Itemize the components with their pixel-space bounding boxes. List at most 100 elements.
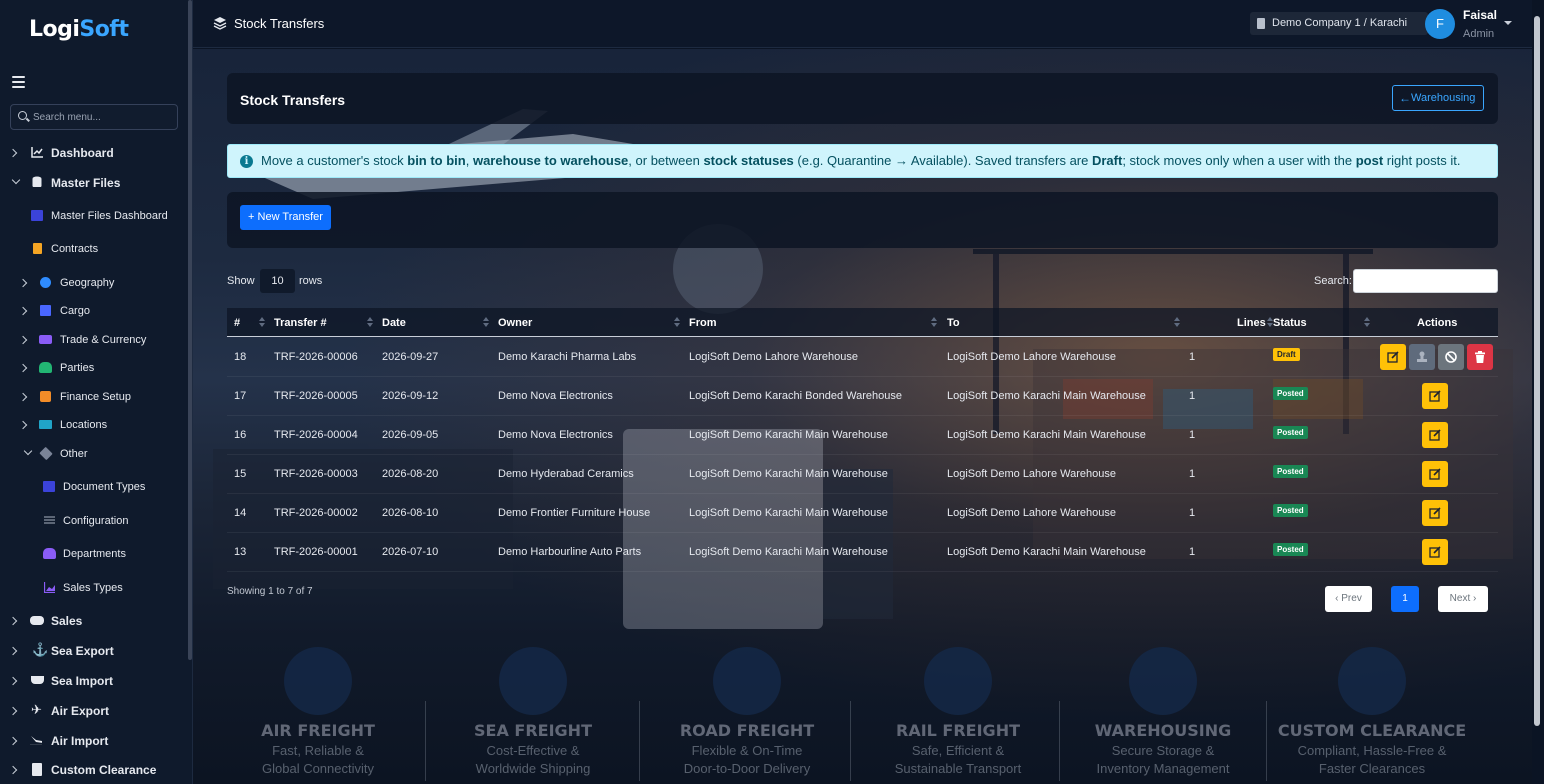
sidebar-item-master-files-dashboard[interactable]: Master Files Dashboard: [0, 204, 185, 228]
cell-number: 14: [234, 507, 247, 519]
column-header-owner[interactable]: Owner: [498, 317, 532, 329]
table-row: 18 TRF-2026-00006 2026-09-27 Demo Karach…: [227, 338, 1498, 377]
column-header-number[interactable]: #: [234, 317, 240, 329]
cell-from: LogiSoft Demo Karachi Main Warehouse: [689, 546, 888, 558]
column-header-transfer[interactable]: Transfer #: [274, 317, 327, 329]
ship-icon: [31, 676, 44, 684]
sidebar-item-document-types[interactable]: Document Types: [0, 475, 185, 499]
pagination-next-button[interactable]: Next ›: [1438, 586, 1488, 612]
info-text: Move a customer's stock bin to bin, ware…: [261, 153, 1461, 168]
rows-per-page-select[interactable]: 10: [260, 269, 295, 293]
cell-from: LogiSoft Demo Karachi Main Warehouse: [689, 507, 888, 519]
sidebar-item-finance-setup[interactable]: Finance Setup: [0, 385, 185, 409]
sidebar-item-air-import[interactable]: Air Import: [0, 729, 185, 753]
cell-transfer-number[interactable]: TRF-2026-00003: [274, 468, 358, 480]
table-search-label: Search:: [1314, 275, 1352, 287]
edit-button[interactable]: [1422, 500, 1448, 526]
sort-icon[interactable]: [1364, 317, 1370, 328]
user-role: Admin: [1463, 28, 1495, 40]
sidebar-item-custom-clearance[interactable]: Custom Clearance: [0, 758, 185, 782]
cell-transfer-number[interactable]: TRF-2026-00001: [274, 546, 358, 558]
sidebar-item-sales-types[interactable]: Sales Types: [0, 576, 185, 600]
sidebar-item-air-export[interactable]: ✈ Air Export: [0, 699, 185, 723]
edit-button[interactable]: [1422, 383, 1448, 409]
sitemap-icon: [43, 548, 56, 559]
back-to-warehousing-button[interactable]: Warehousing: [1392, 85, 1484, 111]
edit-icon: [1429, 507, 1441, 519]
sidebar-item-label: Air Export: [51, 704, 110, 718]
new-transfer-button[interactable]: + New Transfer: [240, 205, 331, 230]
void-button[interactable]: [1438, 344, 1464, 370]
tags-icon: [39, 446, 53, 461]
sidebar-item-configuration[interactable]: Configuration: [0, 509, 185, 533]
table-row: 13 TRF-2026-00001 2026-07-10 Demo Harbou…: [227, 533, 1498, 572]
sort-icon[interactable]: [259, 317, 265, 328]
delete-button[interactable]: [1467, 344, 1493, 370]
truck-icon: [713, 647, 781, 715]
service-title: SEA FREIGHT: [474, 721, 592, 740]
database-icon: [32, 176, 42, 187]
cell-transfer-number[interactable]: TRF-2026-00004: [274, 429, 358, 441]
handshake-icon: [30, 616, 44, 625]
sidebar-item-cargo[interactable]: Cargo: [0, 299, 185, 323]
logisoft-logo[interactable]: LogiSoft: [29, 17, 129, 42]
chevron-right-icon: [18, 335, 28, 345]
hamburger-menu-icon[interactable]: [12, 76, 25, 88]
sidebar-item-label: Cargo: [60, 305, 90, 317]
pagination-prev-button[interactable]: ‹ Prev: [1325, 586, 1372, 612]
service-subtitle: Inventory Management: [1096, 761, 1230, 776]
sidebar-item-sales[interactable]: Sales: [0, 609, 185, 633]
edit-button[interactable]: [1422, 422, 1448, 448]
sidebar-item-geography[interactable]: Geography: [0, 271, 185, 295]
company-selector[interactable]: Demo Company 1 / Karachi: [1250, 12, 1428, 35]
sort-icon[interactable]: [931, 317, 937, 328]
column-header-from[interactable]: From: [689, 317, 717, 329]
sidebar-item-parties[interactable]: Parties: [0, 356, 185, 380]
sidebar-item-other[interactable]: Other: [0, 442, 185, 466]
user-name[interactable]: Faisal: [1463, 8, 1497, 22]
edit-button[interactable]: [1422, 539, 1448, 565]
sidebar-item-locations[interactable]: Locations: [0, 413, 185, 437]
chevron-right-icon: [18, 392, 28, 402]
cell-lines: 1: [1189, 507, 1196, 519]
sort-icon[interactable]: [367, 317, 373, 328]
cell-transfer-number[interactable]: TRF-2026-00005: [274, 390, 358, 402]
sidebar-search[interactable]: [10, 104, 178, 130]
cell-date: 2026-09-27: [382, 351, 439, 363]
sidebar-item-contracts[interactable]: Contracts: [0, 237, 185, 261]
sidebar-item-sea-export[interactable]: ⚓ Sea Export: [0, 639, 185, 663]
sidebar-item-sea-import[interactable]: Sea Import: [0, 669, 185, 693]
sort-icon[interactable]: [1174, 317, 1180, 328]
column-header-lines[interactable]: Lines: [1237, 317, 1266, 329]
sort-icon[interactable]: [483, 317, 489, 328]
service-subtitle: Faster Clearances: [1318, 761, 1426, 776]
column-header-to[interactable]: To: [947, 317, 960, 329]
sidebar-item-trade-currency[interactable]: Trade & Currency: [0, 328, 185, 352]
sidebar-item-label: Dashboard: [51, 146, 114, 160]
edit-button[interactable]: [1422, 461, 1448, 487]
sidebar-item-departments[interactable]: Departments: [0, 542, 185, 566]
sidebar-search-input[interactable]: [33, 109, 173, 125]
sidebar-item-label: Finance Setup: [60, 391, 131, 403]
pagination-page-button[interactable]: 1: [1391, 586, 1419, 612]
service-subtitle: Secure Storage &: [1111, 743, 1215, 758]
edit-button[interactable]: [1380, 344, 1406, 370]
cell-to: LogiSoft Demo Lahore Warehouse: [947, 468, 1116, 480]
sidebar-item-dashboard[interactable]: Dashboard: [0, 141, 185, 165]
column-header-date[interactable]: Date: [382, 317, 406, 329]
cell-transfer-number[interactable]: TRF-2026-00002: [274, 507, 358, 519]
avatar[interactable]: F: [1425, 9, 1455, 39]
chevron-right-icon: [18, 420, 28, 430]
page-scrollbar[interactable]: [1534, 16, 1540, 726]
cell-date: 2026-08-20: [382, 468, 439, 480]
sidebar-item-master-files[interactable]: Master Files: [0, 171, 185, 195]
table-search-input[interactable]: [1353, 269, 1498, 293]
cell-from: LogiSoft Demo Karachi Main Warehouse: [689, 429, 888, 441]
caret-down-icon[interactable]: [1504, 21, 1512, 25]
cell-to: LogiSoft Demo Lahore Warehouse: [947, 507, 1116, 519]
cell-transfer-number[interactable]: TRF-2026-00006: [274, 351, 358, 363]
sort-icon[interactable]: [674, 317, 680, 328]
column-header-status[interactable]: Status: [1273, 317, 1307, 329]
post-button[interactable]: [1409, 344, 1435, 370]
sidebar-scrollbar[interactable]: [188, 0, 192, 660]
